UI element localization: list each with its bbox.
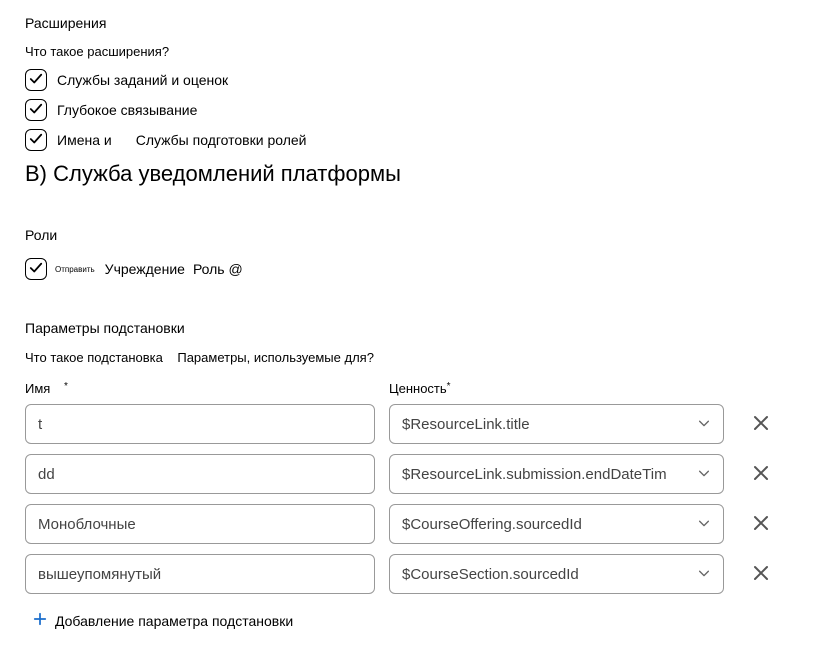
extension-label: Глубокое связывание (57, 102, 197, 118)
param-row: $CourseOffering.sourcedId (25, 504, 792, 544)
select-text: $CourseSection.sourcedId (402, 566, 579, 583)
extension-label-part2: Службы подготовки ролей (136, 132, 307, 148)
param-name-input[interactable] (25, 404, 375, 444)
extension-item-2: Имена и Службы подготовки ролей (25, 129, 792, 151)
param-row: $ResourceLink.title (25, 404, 792, 444)
substitution-section: Параметры подстановки Что такое подстано… (25, 320, 792, 629)
role-small-label: Отправить (55, 265, 95, 274)
extension-item-0: Службы заданий и оценок (25, 69, 792, 91)
close-icon (751, 513, 771, 536)
extensions-question[interactable]: Что такое расширения? (25, 44, 169, 59)
checkbox-role[interactable] (25, 258, 47, 280)
extension-label-part1: Имена и (57, 132, 112, 148)
select-text: $ResourceLink.title (402, 416, 530, 433)
check-icon (29, 261, 43, 278)
param-name-input[interactable] (25, 554, 375, 594)
select-text: $ResourceLink.submission.endDateTim (402, 466, 667, 483)
col-value-header: Ценность* (389, 381, 724, 396)
role-institution: Учреждение (105, 261, 185, 277)
remove-row-button[interactable] (746, 559, 776, 589)
chevron-down-icon (697, 466, 711, 483)
asterisk-icon: * (64, 381, 68, 392)
checkbox-names-roles[interactable] (25, 129, 47, 151)
checkbox-assignments[interactable] (25, 69, 47, 91)
col-value-text: Ценность (389, 381, 447, 396)
select-text: $CourseOffering.sourcedId (402, 516, 582, 533)
substitution-question[interactable]: Что такое подстановка Параметры, использ… (25, 350, 792, 365)
param-row: $ResourceLink.submission.endDateTim (25, 454, 792, 494)
col-name-text: Имя (25, 381, 50, 396)
question-part2: Параметры, используемые для? (177, 350, 374, 365)
param-value-select[interactable]: $ResourceLink.title (389, 404, 724, 444)
question-part1: Что такое подстановка (25, 350, 163, 365)
extension-label: Службы заданий и оценок (57, 72, 228, 88)
close-icon (751, 413, 771, 436)
param-value-select[interactable]: $CourseOffering.sourcedId (389, 504, 724, 544)
extension-item-1: Глубокое связывание (25, 99, 792, 121)
close-icon (751, 563, 771, 586)
check-icon (29, 132, 43, 149)
extensions-section: Расширения Что такое расширения? Службы … (25, 15, 792, 151)
add-substitution-label: Добавление параметра подстановки (55, 613, 293, 629)
heading-notifications: B) Служба уведомлений платформы (25, 161, 792, 187)
role-at: Роль @ (193, 261, 243, 277)
param-value-select[interactable]: $CourseSection.sourcedId (389, 554, 724, 594)
roles-section: Роли Отправить Учреждение Роль @ (25, 227, 792, 280)
param-row: $CourseSection.sourcedId (25, 554, 792, 594)
substitution-title: Параметры подстановки (25, 320, 792, 336)
param-name-input[interactable] (25, 504, 375, 544)
check-icon (29, 102, 43, 119)
asterisk-icon: * (447, 381, 451, 392)
chevron-down-icon (697, 566, 711, 583)
extensions-title: Расширения (25, 15, 792, 31)
check-icon (29, 72, 43, 89)
columns-header: Имя * Ценность* (25, 381, 792, 396)
chevron-down-icon (697, 416, 711, 433)
remove-row-button[interactable] (746, 409, 776, 439)
add-substitution-button[interactable]: Добавление параметра подстановки (33, 612, 792, 629)
col-name-header: Имя * (25, 381, 375, 396)
remove-row-button[interactable] (746, 509, 776, 539)
roles-title: Роли (25, 227, 792, 243)
param-name-input[interactable] (25, 454, 375, 494)
remove-row-button[interactable] (746, 459, 776, 489)
plus-icon (33, 612, 47, 629)
close-icon (751, 463, 771, 486)
checkbox-deeplink[interactable] (25, 99, 47, 121)
chevron-down-icon (697, 516, 711, 533)
roles-row: Отправить Учреждение Роль @ (25, 258, 792, 280)
param-value-select[interactable]: $ResourceLink.submission.endDateTim (389, 454, 724, 494)
